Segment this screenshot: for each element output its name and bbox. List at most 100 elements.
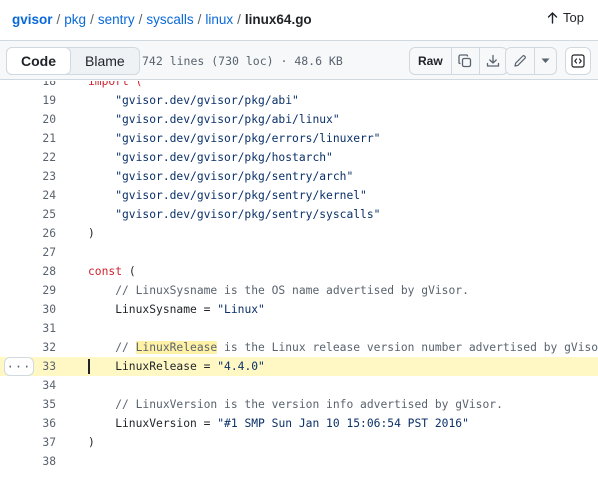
raw-button[interactable]: Raw — [410, 48, 451, 74]
line-number[interactable]: 33 — [36, 360, 56, 373]
code-line[interactable]: 23 "gvisor.dev/gvisor/pkg/sentry/arch" — [0, 167, 598, 186]
line-number[interactable]: 19 — [36, 94, 56, 107]
arrow-up-icon — [547, 11, 558, 24]
code-line[interactable]: 31 — [0, 319, 598, 338]
code-line[interactable]: 25 "gvisor.dev/gvisor/pkg/sentry/syscall… — [0, 205, 598, 224]
code-token: "gvisor.dev/gvisor/pkg/sentry/syscalls" — [88, 208, 381, 221]
code-line[interactable]: 18 import ( — [0, 81, 598, 91]
code-token: // — [88, 341, 136, 354]
copy-icon — [458, 54, 472, 68]
line-code: ) — [88, 227, 95, 240]
file-header: gvisor / pkg / sentry / syscalls / linux… — [0, 0, 598, 38]
line-code: "gvisor.dev/gvisor/pkg/sentry/kernel" — [88, 189, 367, 202]
code-token: "gvisor.dev/gvisor/pkg/hostarch" — [88, 151, 333, 164]
code-line[interactable]: 29 // LinuxSysname is the OS name advert… — [0, 281, 598, 300]
line-number[interactable]: 23 — [36, 170, 56, 183]
line-number[interactable]: 30 — [36, 303, 56, 316]
line-number[interactable]: 25 — [36, 208, 56, 221]
code-line[interactable]: 20 "gvisor.dev/gvisor/pkg/abi/linux" — [0, 110, 598, 129]
breadcrumb-current-file: linux64.go — [244, 11, 312, 27]
top-button[interactable]: Top — [547, 10, 584, 25]
code-symbols-icon — [571, 54, 585, 68]
code-line[interactable]: 37) — [0, 433, 598, 452]
breadcrumb-separator: / — [197, 11, 202, 27]
code-line[interactable]: 24 "gvisor.dev/gvisor/pkg/sentry/kernel" — [0, 186, 598, 205]
copy-button[interactable] — [450, 48, 479, 74]
line-number[interactable]: 32 — [36, 341, 56, 354]
breadcrumb-linux-link[interactable]: linux — [205, 12, 233, 27]
line-code: // LinuxRelease is the Linux release ver… — [88, 341, 598, 354]
breadcrumb-syscalls-link[interactable]: syscalls — [146, 12, 193, 27]
line-code: LinuxVersion = "#1 SMP Sun Jan 10 15:06:… — [88, 417, 469, 430]
raw-actions: Raw — [409, 47, 508, 75]
code-line[interactable]: 30 LinuxSysname = "Linux" — [0, 300, 598, 319]
symbols-panel-button[interactable] — [565, 47, 591, 75]
line-number[interactable]: 29 — [36, 284, 56, 297]
breadcrumb-separator: / — [237, 11, 241, 27]
code-line[interactable]: 19 "gvisor.dev/gvisor/pkg/abi" — [0, 91, 598, 110]
line-number[interactable]: 36 — [36, 417, 56, 430]
code-line[interactable]: 38 — [0, 452, 598, 471]
code-line[interactable]: 36 LinuxVersion = "#1 SMP Sun Jan 10 15:… — [0, 414, 598, 433]
code-line[interactable]: 35 // LinuxVersion is the version info a… — [0, 395, 598, 414]
code-view: 18 import ( 19 "gvisor.dev/gvisor/pkg/abi"… — [0, 81, 598, 499]
line-number[interactable]: 18 — [36, 81, 56, 88]
breadcrumb-sentry-link[interactable]: sentry — [98, 12, 135, 27]
download-button[interactable] — [478, 48, 507, 74]
blame-tab[interactable]: Blame — [71, 48, 139, 74]
line-code: "gvisor.dev/gvisor/pkg/abi/linux" — [88, 113, 339, 126]
top-button-label: Top — [563, 10, 584, 25]
line-code: // LinuxSysname is the OS name advertise… — [88, 284, 469, 297]
code-line[interactable]: 27 — [0, 243, 598, 262]
line-number[interactable]: 27 — [36, 246, 56, 259]
code-line[interactable]: 21 "gvisor.dev/gvisor/pkg/errors/linuxer… — [0, 129, 598, 148]
line-number[interactable]: 22 — [36, 151, 56, 164]
code-token: "gvisor.dev/gvisor/pkg/sentry/arch" — [88, 170, 354, 183]
code-token: ( — [122, 265, 136, 278]
line-code: import ( — [88, 81, 142, 88]
line-number[interactable]: 37 — [36, 436, 56, 449]
download-icon — [486, 54, 500, 68]
line-number[interactable]: 35 — [36, 398, 56, 411]
code-line[interactable]: 26) — [0, 224, 598, 243]
code-line[interactable]: ··· 33 LinuxRelease = "4.4.0" — [0, 357, 598, 376]
code-line[interactable]: 32 // LinuxRelease is the Linux release … — [0, 338, 598, 357]
code-line[interactable]: 22 "gvisor.dev/gvisor/pkg/hostarch" — [0, 148, 598, 167]
line-code: LinuxRelease = "4.4.0" — [88, 360, 265, 373]
line-number[interactable]: 38 — [36, 455, 56, 468]
line-number[interactable]: 34 — [36, 379, 56, 392]
line-code: LinuxSysname = "Linux" — [88, 303, 265, 316]
breadcrumb-pkg-link[interactable]: pkg — [64, 12, 86, 27]
code-token: // LinuxSysname is the OS name advertise… — [88, 284, 469, 297]
breadcrumb-separator: / — [56, 11, 61, 27]
code-token: "4.4.0" — [217, 360, 265, 373]
line-number[interactable]: 21 — [36, 132, 56, 145]
text-cursor — [88, 359, 90, 374]
code-tab[interactable]: Code — [6, 47, 71, 75]
code-token: "gvisor.dev/gvisor/pkg/abi" — [88, 94, 299, 107]
edit-dropdown-button[interactable] — [534, 48, 556, 74]
breadcrumb-separator: / — [138, 11, 143, 27]
file-toolbar: Code Blame 742 lines (730 loc) · 48.6 KB… — [0, 40, 598, 80]
line-number[interactable]: 26 — [36, 227, 56, 240]
code-token: "gvisor.dev/gvisor/pkg/errors/linuxerr" — [88, 132, 381, 145]
line-number[interactable]: 24 — [36, 189, 56, 202]
code-token: "Linux" — [217, 303, 265, 316]
line-options-button[interactable]: ··· — [4, 357, 34, 376]
line-number[interactable]: 31 — [36, 322, 56, 335]
code-line[interactable]: 28 const ( — [0, 262, 598, 281]
code-token: is the Linux release version number adve… — [217, 341, 598, 354]
line-code: ) — [88, 436, 95, 449]
line-number[interactable]: 28 — [36, 265, 56, 278]
code-line[interactable]: 34 — [0, 376, 598, 395]
line-number[interactable]: 20 — [36, 113, 56, 126]
breadcrumb-repo-link[interactable]: gvisor — [12, 12, 53, 27]
code-token: // LinuxVersion is the version info adve… — [88, 398, 503, 411]
code-token: const — [88, 265, 123, 278]
line-code: "gvisor.dev/gvisor/pkg/sentry/syscalls" — [88, 208, 380, 221]
edit-button[interactable] — [506, 48, 534, 74]
line-code: "gvisor.dev/gvisor/pkg/abi" — [88, 94, 299, 107]
file-meta: 742 lines (730 loc) · 48.6 KB — [142, 54, 343, 68]
code-token: "gvisor.dev/gvisor/pkg/sentry/kernel" — [88, 189, 367, 202]
line-code: const ( — [88, 265, 136, 278]
